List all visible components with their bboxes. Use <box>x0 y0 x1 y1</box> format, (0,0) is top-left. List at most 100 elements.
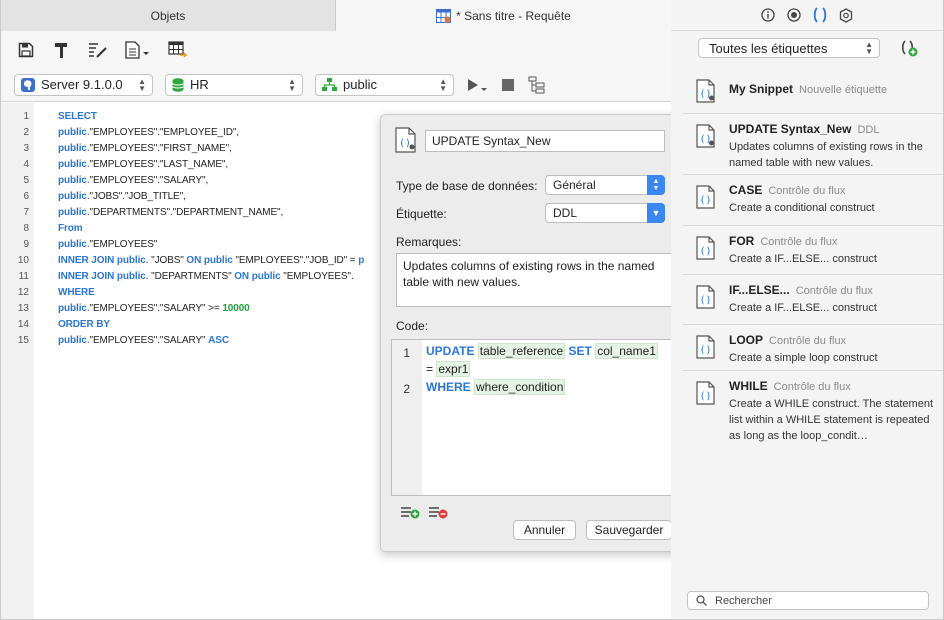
sql-text: ."EMPLOYEES"."FIRST_NAME", <box>86 143 232 154</box>
info-icon[interactable] <box>761 8 775 22</box>
db-type-select[interactable]: Général ▲ ▼ <box>545 175 665 195</box>
snippet-list-item[interactable]: () WHILE Contrôle du flux Create a WHILE co… <box>683 370 943 446</box>
line-number: 11 <box>18 271 29 282</box>
stop-button[interactable] <box>502 78 514 91</box>
snippet-list-item[interactable]: () IF...ELSE... Contrôle du flux Create a I… <box>683 274 943 324</box>
snippet-list-item[interactable]: () CASE Contrôle du flux Create a condition… <box>683 174 943 225</box>
new-snippet-icon <box>901 40 918 57</box>
svg-text:(): () <box>700 295 712 306</box>
document-dropdown-icon <box>125 40 149 59</box>
export-results-button[interactable] <box>167 39 189 61</box>
sql-text: ."EMPLOYEES"."LAST_NAME", <box>86 159 229 170</box>
snippet-list-item[interactable]: () FOR Contrôle du flux Create a IF...ELSE.… <box>683 225 943 274</box>
sql-keyword: public <box>58 239 87 250</box>
sql-code-line: WHERE <box>58 285 95 301</box>
line-number: 13 <box>17 303 29 314</box>
sql-keyword: SELECT <box>58 111 97 122</box>
hammer-icon <box>55 42 67 58</box>
snippet-tag: Contrôle du flux <box>773 381 851 393</box>
snippet-search-input[interactable]: Rechercher <box>687 591 929 610</box>
svg-text:(): () <box>700 345 712 356</box>
snippet-name-input[interactable]: UPDATE Syntax_New <box>425 130 665 152</box>
snippet-title: FOR Contrôle du flux <box>729 234 837 248</box>
run-button[interactable] <box>466 77 488 93</box>
sql-keyword: public <box>58 159 87 170</box>
line-number: 7 <box>23 207 29 218</box>
tag-filter-select[interactable]: Toutes les étiquettes ▲ ▼ <box>698 38 880 58</box>
code-label: Code: <box>396 319 429 333</box>
snippet-code-editor[interactable]: 1 2 UPDATE table_reference SET col_name1… <box>391 339 672 496</box>
chevron-down-icon: ▼ <box>647 203 665 223</box>
svg-text:(): () <box>399 138 411 149</box>
preview-eye-icon[interactable] <box>787 8 801 22</box>
sql-code-line: public."EMPLOYEES"."SALARY", <box>58 173 208 189</box>
snippet-description: Create a WHILE construct. The statement … <box>729 398 933 442</box>
snippet-list-item[interactable]: () LOOP Contrôle du flux Create a simple lo… <box>683 324 943 370</box>
snippet-icon: () <box>696 236 716 263</box>
schema-select[interactable]: public ▲ ▼ <box>315 73 454 96</box>
sql-code-line: public."EMPLOYEES"."SALARY" ASC <box>58 333 229 349</box>
snippet-title-text: My Snippet <box>729 82 794 96</box>
line-number: 10 <box>17 255 29 266</box>
remarks-textarea[interactable]: Updates columns of existing rows in the … <box>396 253 672 307</box>
server-select[interactable]: Server 9.1.0.0 ▲ ▼ <box>14 73 153 96</box>
sql-code-line: public."EMPLOYEES"."EMPLOYEE_ID", <box>58 125 239 141</box>
snippet-title-text: UPDATE Syntax_New <box>729 122 852 136</box>
code-snippet-tab-icon[interactable] <box>813 7 827 23</box>
object-hexagon-icon[interactable] <box>839 7 853 23</box>
sql-text: ."EMPLOYEES"."SALARY", <box>86 175 209 186</box>
save-button[interactable] <box>15 39 37 61</box>
beautify-sql-button[interactable] <box>87 39 109 61</box>
snippet-title-text: FOR <box>729 234 755 248</box>
snippet-tag: Contrôle du flux <box>769 335 847 347</box>
sql-text: ."EMPLOYEES"."SALARY" >= <box>86 303 223 314</box>
explain-tree-icon <box>528 76 545 93</box>
remove-placeholder-button[interactable] <box>429 505 449 522</box>
sql-text: ."JOBS"."JOB_TITLE", <box>86 191 186 202</box>
stop-icon <box>502 78 514 91</box>
line-number: 6 <box>23 191 29 202</box>
code-keyword: WHERE <box>426 380 471 394</box>
tab-query[interactable]: * Sans titre - Requête <box>336 0 671 31</box>
cancel-button[interactable]: Annuler <box>513 520 576 540</box>
code-placeholder-token[interactable]: col_name1 <box>595 343 658 359</box>
line-number: 1 <box>23 111 29 122</box>
sql-code-line: ORDER BY <box>58 317 110 333</box>
code-placeholder-token[interactable]: where_condition <box>474 379 566 395</box>
user-snippet-icon: () <box>696 124 716 151</box>
sql-code-line: public."EMPLOYEES" <box>58 237 157 253</box>
snippet-list-item[interactable]: () UPDATE Syntax_New DDL Updates columns of… <box>683 113 943 174</box>
save-snippet-button[interactable]: Sauvegarder <box>586 520 672 540</box>
sql-keyword: public <box>58 303 87 314</box>
build-query-button[interactable] <box>51 39 73 61</box>
code-snippet-menu-button[interactable] <box>123 39 153 61</box>
connection-selector-bar: Server 9.1.0.0 ▲ ▼ HR ▲ ▼ public ▲ ▼ <box>1 68 671 102</box>
explain-button[interactable] <box>528 76 546 94</box>
snippet-panel: Toutes les étiquettes ▲ ▼ () My Snippet Nou… <box>671 0 944 620</box>
code-placeholder-token[interactable]: expr1 <box>436 361 471 377</box>
tag-select[interactable]: DDL ▼ <box>545 203 665 223</box>
sql-text: ."DEPARTMENTS"."DEPARTMENT_NAME", <box>86 207 284 218</box>
snippet-tag: Contrôle du flux <box>760 236 838 248</box>
add-placeholder-button[interactable] <box>401 505 421 522</box>
snippet-list-item[interactable]: () My Snippet Nouvelle étiquette <box>683 68 943 113</box>
new-snippet-button[interactable] <box>900 39 918 60</box>
snippet-tag: Nouvelle étiquette <box>799 84 888 96</box>
database-select[interactable]: HR ▲ ▼ <box>165 73 303 96</box>
add-placeholder-icon <box>401 507 420 519</box>
tag-label: Étiquette: <box>396 207 447 221</box>
database-icon <box>172 77 184 92</box>
code-placeholder-token[interactable]: table_reference <box>477 343 566 359</box>
search-placeholder: Rechercher <box>715 594 772 607</box>
snippet-icon: () <box>696 185 716 212</box>
line-number-gutter: 1 2 3 4 5 6 7 8 9 10 11 12 13 14 15 <box>1 103 34 619</box>
chevron-updown-icon: ▲ ▼ <box>439 76 447 93</box>
snippet-title: LOOP Contrôle du flux <box>729 333 846 347</box>
save-icon <box>18 42 34 57</box>
chevron-updown-icon: ▲ ▼ <box>138 76 146 93</box>
sql-keyword: public <box>58 207 87 218</box>
line-number: 8 <box>23 223 29 234</box>
line-number: 5 <box>23 175 29 186</box>
tab-objets[interactable]: Objets <box>1 0 336 31</box>
table-export-icon <box>168 40 188 58</box>
